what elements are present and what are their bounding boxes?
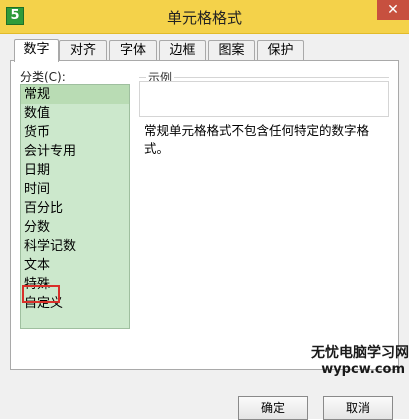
- tab-protection[interactable]: 保护: [257, 40, 304, 60]
- tab-border[interactable]: 边框: [159, 40, 206, 60]
- ok-button[interactable]: 确定: [238, 396, 308, 420]
- category-item-accounting[interactable]: 会计专用: [21, 142, 129, 161]
- close-icon[interactable]: ✕: [377, 0, 409, 20]
- category-item-text[interactable]: 文本: [21, 256, 129, 275]
- tab-font[interactable]: 字体: [109, 40, 157, 60]
- title-bar: 5 单元格格式 ✕: [0, 0, 409, 34]
- watermark-title: 无忧电脑学习网: [311, 345, 409, 361]
- window-title: 单元格格式: [166, 9, 242, 27]
- category-item-time[interactable]: 时间: [21, 180, 129, 199]
- category-item-scientific[interactable]: 科学记数: [21, 237, 129, 256]
- sample-group-border: [139, 77, 389, 78]
- tab-number[interactable]: 数字: [14, 39, 59, 62]
- tab-alignment[interactable]: 对齐: [59, 40, 107, 60]
- tab-pattern[interactable]: 图案: [208, 40, 255, 60]
- category-item-general[interactable]: 常规: [21, 85, 129, 104]
- category-item-percentage[interactable]: 百分比: [21, 199, 129, 218]
- category-listbox[interactable]: 常规 数值 货币 会计专用 日期 时间 百分比 分数 科学记数 文本 特殊 自定…: [20, 84, 130, 329]
- watermark-url: wypcw.com: [321, 362, 405, 377]
- format-description: 常规单元格格式不包含任何特定的数字格式。: [144, 123, 370, 156]
- category-item-fraction[interactable]: 分数: [21, 218, 129, 237]
- category-item-currency[interactable]: 货币: [21, 123, 129, 142]
- site-watermark: 无忧电脑学习网 wypcw.com: [290, 345, 409, 377]
- category-item-date[interactable]: 日期: [21, 161, 129, 180]
- category-item-custom[interactable]: 自定义: [21, 294, 129, 313]
- category-item-special[interactable]: 特殊: [21, 275, 129, 294]
- number-tab-panel: 分类(C): 常规 数值 货币 会计专用 日期 时间 百分比 分数 科学记数 文…: [10, 60, 399, 370]
- sample-preview: [139, 81, 389, 117]
- category-label: 分类(C):: [20, 70, 66, 84]
- cancel-button[interactable]: 取消: [323, 396, 393, 420]
- category-item-number[interactable]: 数值: [21, 104, 129, 123]
